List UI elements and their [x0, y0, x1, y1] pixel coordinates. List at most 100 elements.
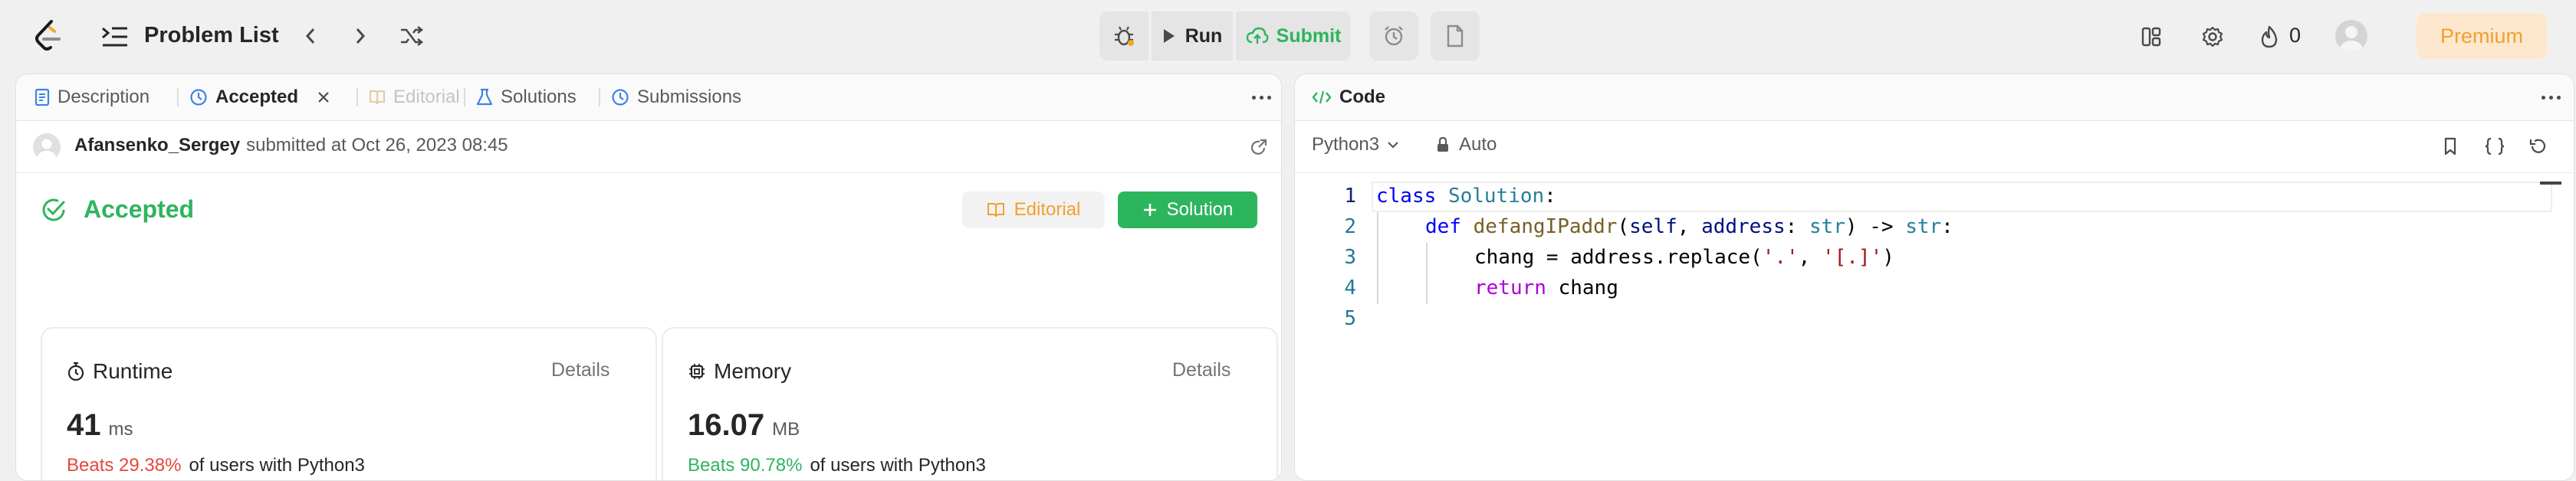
tab-editorial[interactable]: Editorial [369, 74, 460, 120]
close-icon[interactable] [317, 90, 330, 104]
code-text: chang [1546, 276, 1618, 299]
share-icon[interactable] [1249, 137, 1269, 157]
avatar[interactable] [2335, 20, 2367, 52]
timer-button[interactable] [1369, 11, 1418, 61]
tab-code[interactable]: Code [1312, 74, 1385, 120]
parameter: address [1701, 215, 1786, 238]
problem-list-label[interactable]: Problem List [144, 23, 279, 48]
keyword: class [1376, 185, 1437, 208]
layout-icon[interactable] [2136, 21, 2167, 52]
tab-label: Accepted [215, 87, 299, 107]
memory-title-text: Memory [714, 359, 792, 383]
submit-button[interactable]: Submit [1236, 11, 1351, 61]
string-literal: '[.]' [1822, 246, 1883, 269]
next-problem-icon[interactable] [349, 23, 372, 49]
gear-icon[interactable] [2197, 21, 2228, 52]
leetcode-logo[interactable] [31, 18, 66, 54]
function-name: defangIPaddr [1473, 215, 1618, 238]
keyword: def [1425, 215, 1461, 238]
memory-number: 16.07 [688, 408, 765, 442]
line-number: 4 [1344, 276, 1356, 299]
book-icon [370, 90, 385, 105]
notes-button[interactable] [1431, 11, 1480, 61]
bookmark-icon[interactable] [2440, 136, 2460, 157]
tab-label: Code [1339, 87, 1385, 107]
indent-guide [1377, 212, 1378, 304]
shuffle-icon[interactable] [397, 21, 426, 51]
runtime-value: 41 ms [67, 408, 133, 443]
tab-label: Solutions [501, 87, 577, 107]
code-panel-header: Code [1295, 74, 2574, 121]
runtime-details-link[interactable]: Details [551, 359, 610, 381]
divider [16, 172, 1281, 173]
line-number: 2 [1344, 215, 1356, 238]
language-value: Python3 [1312, 134, 1380, 155]
code-text: chang = address.replace( [1474, 246, 1763, 269]
history-clock-icon [190, 89, 207, 106]
memory-unit: MB [772, 419, 800, 440]
submission-info: Afansenko_Sergey submitted at Oct 26, 20… [74, 135, 508, 156]
reset-icon[interactable] [2526, 136, 2549, 157]
punctuation: : [1941, 215, 1953, 238]
run-submit-group: Run Submit [1099, 11, 1351, 61]
memory-beats-suffix: of users with Python3 [810, 455, 986, 476]
runtime-beats: Beats 29.38% of users with Python3 [67, 455, 365, 476]
tab-label: Description [58, 87, 150, 107]
streak-count: 0 [2289, 24, 2302, 47]
more-options-icon[interactable] [1252, 96, 1271, 100]
code-icon [1312, 90, 1332, 104]
accepted-check-icon [39, 195, 68, 224]
debugger-button[interactable] [1099, 11, 1148, 61]
tab-accepted[interactable]: Accepted [189, 74, 330, 120]
top-bar: Problem List Run Submit 0 Premium [0, 0, 2576, 72]
chevron-down-icon [1388, 142, 1398, 149]
line-number: 1 [1344, 185, 1356, 208]
punctuation: : [1785, 215, 1809, 238]
tab-label: Editorial [393, 87, 460, 107]
alarm-clock-icon [1385, 26, 1403, 46]
submitter-avatar[interactable] [33, 133, 61, 161]
runtime-number: 41 [67, 408, 101, 442]
keyword: return [1474, 276, 1546, 299]
punctuation: , [1798, 246, 1822, 269]
problem-list-icon[interactable] [100, 23, 130, 51]
tab-description[interactable]: Description [34, 74, 150, 120]
flask-icon [476, 88, 493, 106]
editorial-label: Editorial [1014, 199, 1081, 220]
format-braces-icon[interactable] [2483, 136, 2506, 157]
play-icon [1163, 29, 1175, 43]
code-line: def defangIPaddr(self, address: str) -> … [1425, 215, 1953, 246]
run-button[interactable]: Run [1152, 11, 1233, 61]
divider [1295, 172, 2574, 173]
runtime-title-text: Runtime [93, 359, 173, 383]
runtime-card[interactable]: Runtime Details 41 ms Beats 29.38% of us… [41, 327, 657, 480]
submit-label: Submit [1276, 25, 1342, 47]
document-icon [1447, 25, 1464, 47]
language-select[interactable]: Python3 [1312, 134, 1399, 155]
cloud-upload-icon [1246, 27, 1269, 44]
code-line: class Solution: [1376, 185, 1556, 215]
code-editor[interactable]: 1 2 3 4 5 class Solution: def defangIPad… [1295, 182, 2574, 335]
memory-card[interactable]: Memory Details 16.07 MB Beats 90.78% of … [662, 327, 1278, 480]
bug-icon [1115, 26, 1134, 46]
tab-submissions[interactable]: Submissions [611, 74, 741, 120]
auto-save-indicator[interactable]: Auto [1436, 134, 1497, 155]
submission-panel: Description Accepted Editorial Solutions… [15, 74, 1282, 481]
post-solution-button[interactable]: Solution [1118, 191, 1257, 228]
more-options-icon[interactable] [2542, 96, 2561, 100]
prev-problem-icon[interactable] [299, 23, 322, 49]
punctuation: ) [1882, 246, 1894, 269]
memory-details-link[interactable]: Details [1172, 359, 1230, 381]
code-line: return chang [1474, 276, 1618, 307]
premium-button[interactable]: Premium [2417, 13, 2547, 59]
solution-label: Solution [1166, 199, 1234, 220]
description-icon [34, 88, 50, 106]
parameter: self [1629, 215, 1677, 238]
status-accepted: Accepted [84, 195, 195, 223]
editorial-button[interactable]: Editorial [962, 191, 1105, 228]
streak-flame-icon[interactable] [2256, 21, 2283, 52]
code-panel: Code Python3 Auto 1 2 3 4 5 class Soluti… [1294, 74, 2574, 481]
tab-solutions[interactable]: Solutions [476, 74, 577, 120]
submitter-name[interactable]: Afansenko_Sergey [74, 135, 240, 156]
line-number: 5 [1344, 307, 1356, 330]
